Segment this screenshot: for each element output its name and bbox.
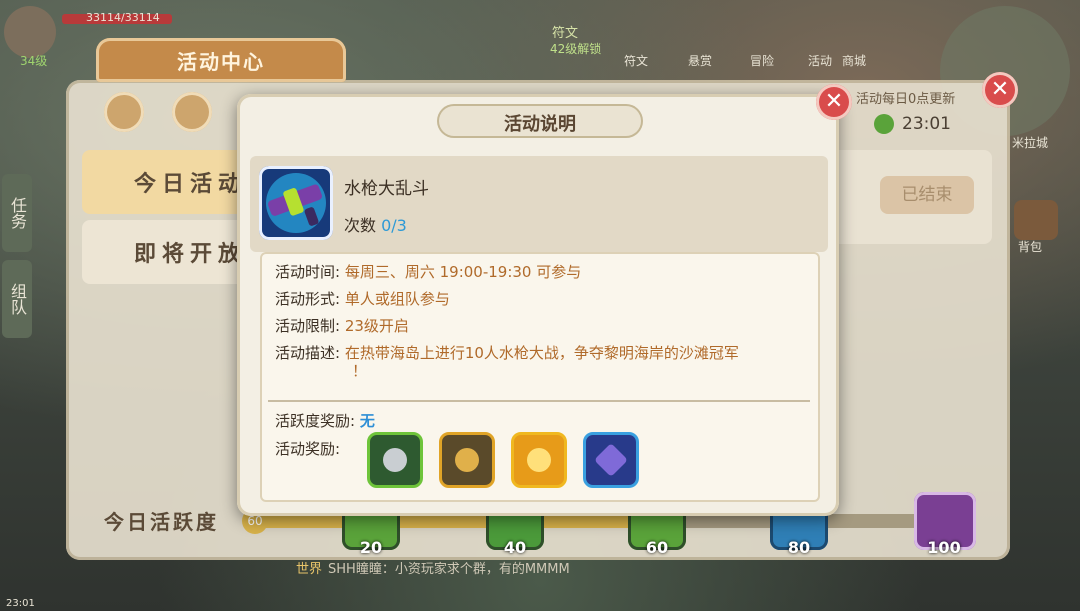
info-value: 在热带海岛上进行10人水枪大战，争夺黎明海岸的沙滩冠军 [344, 344, 739, 362]
info-value: 每周三、周六 19:00-19:30 可参与 [344, 263, 582, 281]
backpack-icon[interactable] [1014, 200, 1058, 240]
dialog-close-icon[interactable]: ✕ [816, 84, 852, 120]
side-tab-task[interactable]: 任务 [2, 174, 32, 252]
reward-glyph [455, 448, 479, 472]
activeness-progress-fill [248, 514, 654, 528]
player-avatar[interactable] [4, 6, 56, 58]
dialog-title: 活动说明 [504, 114, 576, 135]
top-button-adventure[interactable]: 冒险 [750, 52, 774, 69]
top-button-rune[interactable]: 符文 [624, 52, 648, 69]
water-gun-icon [259, 166, 333, 240]
info-label: 活动时间: [275, 263, 341, 281]
clock-icon[interactable] [104, 92, 144, 132]
milestone-80: 80 [787, 538, 811, 557]
milestone-60: 60 [645, 538, 669, 557]
calendar-icon[interactable] [172, 92, 212, 132]
activity-header [250, 156, 828, 252]
milestone-40: 40 [503, 538, 527, 557]
silver-coins-icon[interactable] [367, 432, 423, 488]
rune-label: 符文 [552, 26, 579, 41]
frame-badge-icon[interactable] [439, 432, 495, 488]
reset-time: 23:01 [902, 114, 951, 134]
count-value: 0/3 [381, 216, 407, 235]
backpack-label: 背包 [1018, 240, 1043, 254]
reward-glyph [383, 448, 407, 472]
reward-glyph [527, 448, 551, 472]
chat-message: SHH瞳瞳：小资玩家求个群，有的MMMM [328, 562, 570, 577]
info-row-time: 活动时间: 每周三、周六 19:00-19:30 可参与 [275, 261, 581, 282]
close-icon[interactable]: ✕ [982, 72, 1018, 108]
info-label: 活动形式: [275, 290, 341, 308]
info-row-format: 活动形式: 单人或组队参与 [275, 288, 450, 309]
timer-icon [874, 114, 894, 134]
info-value: 单人或组队参与 [344, 290, 450, 308]
side-tab-team[interactable]: 组队 [2, 260, 32, 338]
ended-button[interactable]: 已结束 [880, 176, 974, 214]
reward-activity-value: 无 [359, 412, 375, 430]
top-button-activity[interactable]: 活动 [808, 52, 832, 69]
activeness-reward-row: 活跃度奖励: 无 [275, 410, 375, 431]
top-button-bounty[interactable]: 悬赏 [688, 52, 712, 69]
chat-line[interactable]: 世界 SHH瞳瞳：小资玩家求个群，有的MMMM [296, 558, 570, 577]
info-label: 活动描述: [275, 344, 341, 362]
reward-list [367, 432, 657, 492]
info-value: 23级开启 [344, 317, 409, 335]
attempt-count: 次数 0/3 [344, 212, 407, 236]
clock: 23:01 [6, 598, 35, 609]
info-row-description: 活动描述: 在热带海岛上进行10人水枪大战，争夺黎明海岸的沙滩冠军 [275, 342, 739, 363]
info-row-description-cont: ！ [352, 360, 367, 381]
reward-activity-label: 活跃度奖励: [275, 412, 356, 430]
city-name: 米拉城 [1012, 136, 1049, 150]
divider [268, 400, 810, 402]
info-label: 活动限制: [275, 317, 341, 335]
top-menu: 符文 悬赏 冒险 活动 商城 [610, 12, 870, 68]
sun-pet-icon[interactable] [511, 432, 567, 488]
activity-name: 水枪大乱斗 [344, 179, 429, 199]
activity-center-title: 活动中心 [177, 50, 265, 74]
hp-text: 33114/33114 [86, 11, 160, 24]
purple-crystal-icon[interactable] [583, 432, 639, 488]
activity-reward-label: 活动奖励: [275, 440, 341, 458]
top-button-shop[interactable]: 商城 [842, 52, 866, 69]
count-label: 次数 [344, 216, 377, 235]
info-row-limit: 活动限制: 23级开启 [275, 315, 409, 336]
milestone-20: 20 [359, 538, 383, 557]
reset-note: 活动每日0点更新 [856, 92, 956, 107]
player-level: 34级 [20, 54, 48, 68]
rune-unlock: 42级解锁 [550, 42, 602, 56]
reward-glyph [594, 443, 628, 477]
chat-channel: 世界 [296, 562, 323, 577]
milestone-100: 100 [927, 538, 961, 557]
activeness-label: 今日活跃度 [104, 510, 219, 534]
info-value: ！ [352, 362, 368, 380]
